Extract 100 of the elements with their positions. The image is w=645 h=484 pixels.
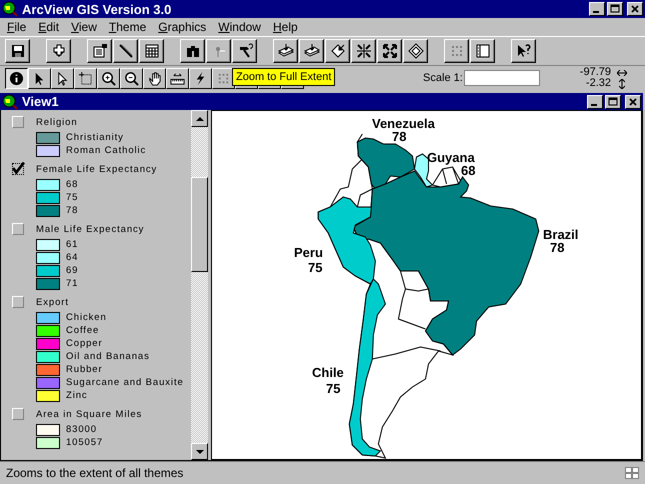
toolbar-button[interactable] [5,39,30,63]
legend-label: 61 [66,239,78,250]
toolbar-button[interactable] [87,39,112,63]
toolbar-button[interactable] [180,39,205,63]
menu-item[interactable]: Graphics [153,20,214,34]
info-icon [9,70,24,86]
view-title: View1 [22,94,59,109]
diamond-arrow-icon [330,43,346,59]
legend-label: Chicken [66,312,107,323]
maximize-button[interactable] [607,2,623,16]
legend-label: 105057 [66,437,104,448]
close-icon [628,96,638,106]
country-name: Venezuela [372,116,435,131]
help-icon [516,43,532,59]
toolbar-button[interactable] [46,39,71,63]
layers-icon [304,43,320,59]
scale-label: Scale 1: [423,72,463,84]
arrows-in-icon [356,43,372,59]
toolbar-button[interactable] [206,39,231,63]
scroll-thumb[interactable] [191,177,208,272]
menu-item[interactable]: View [66,20,104,34]
minimize-button[interactable] [587,94,603,108]
country-value: 75 [326,381,340,396]
document-icon [92,43,108,59]
toolbar-button[interactable] [299,39,324,63]
box-select-icon [78,70,93,86]
scale-field[interactable] [464,70,540,86]
close-button[interactable] [627,2,643,16]
zoom-out-icon [124,70,139,86]
close-button[interactable] [625,94,641,108]
legend-label: 69 [66,265,78,276]
binoculars-icon [184,43,200,59]
measure-icon [170,70,185,86]
vertical-arrow-icon [619,78,625,88]
toolbar-button[interactable] [470,39,495,63]
tooltip: Zoom to Full Extent [232,68,336,86]
legend-label: Copper [66,338,103,349]
pencil-icon [118,43,134,59]
down-arrow-icon [196,450,204,454]
maximize-icon [610,4,620,14]
legend-label: 68 [66,179,78,190]
scroll-up-button[interactable] [191,110,208,127]
theme-name[interactable]: Religion [36,116,78,128]
legend-label: Christianity [66,132,124,143]
theme-name[interactable]: Area in Square Miles [36,408,142,420]
toolbar-button[interactable] [232,39,257,63]
up-arrow-icon [196,116,204,120]
maximize-button[interactable] [605,94,621,108]
globe-icon [2,94,18,110]
theme-name[interactable]: Male Life Expectancy [36,224,144,234]
globe-icon [2,1,18,17]
menu-item[interactable]: File [2,20,34,34]
toolbar-button[interactable] [377,39,402,63]
country-value: 78 [550,240,564,255]
legend-label: Coffee [66,325,100,336]
menu-item[interactable]: Help [268,20,305,34]
y-coordinate: -2.32 [586,78,611,89]
country-name: Brazil [543,227,578,242]
theme-checkbox[interactable] [12,163,24,175]
toolbar-button[interactable] [139,39,164,63]
arrows-out-icon [382,43,398,59]
menu-item[interactable]: Window [213,20,268,34]
zoom-in-icon [101,70,116,86]
toolbar-button[interactable] [351,39,376,63]
scrollbar[interactable] [191,110,208,460]
legend-label: 75 [66,192,78,203]
minimize-icon [591,104,597,106]
legend-label: 64 [66,252,78,263]
toolbar-button[interactable] [113,39,138,63]
save-icon [10,43,26,59]
menu-item[interactable]: Edit [33,20,66,34]
country-value: 78 [392,129,406,144]
country-name: Chile [312,365,344,380]
minimize-icon [593,11,599,13]
tool-button[interactable] [5,68,28,88]
plus-icon [50,43,66,59]
hand-icon [147,70,162,86]
status-text: Zooms to the extent of all themes [6,466,184,480]
country-value: 75 [308,260,322,275]
theme-name[interactable]: Export [36,296,69,308]
layers-icon [278,43,294,59]
country-value: 68 [461,163,476,178]
toolbar-button[interactable] [444,39,469,63]
x-coordinate: -97.79 [580,67,611,78]
window-title: ArcView GIS Version 3.0 [22,2,172,16]
scroll-down-button[interactable] [191,443,208,460]
country-name: Peru [294,245,323,260]
toolbar-button[interactable] [403,39,428,63]
menu-item[interactable]: Theme [104,20,154,34]
legend-label: Sugarcane and Bauxite [66,377,184,388]
theme-name[interactable]: Female Life Expectancy [36,164,158,174]
toolbar-button[interactable] [511,39,536,63]
grid-icon [625,467,639,479]
legend-label: Zinc [66,390,88,401]
legend-label: 78 [66,205,78,216]
toolbar-button[interactable] [325,39,350,63]
maximize-icon [608,96,618,106]
minimize-button[interactable] [589,2,605,16]
table-icon [144,43,160,59]
toolbar-button[interactable] [273,39,298,63]
